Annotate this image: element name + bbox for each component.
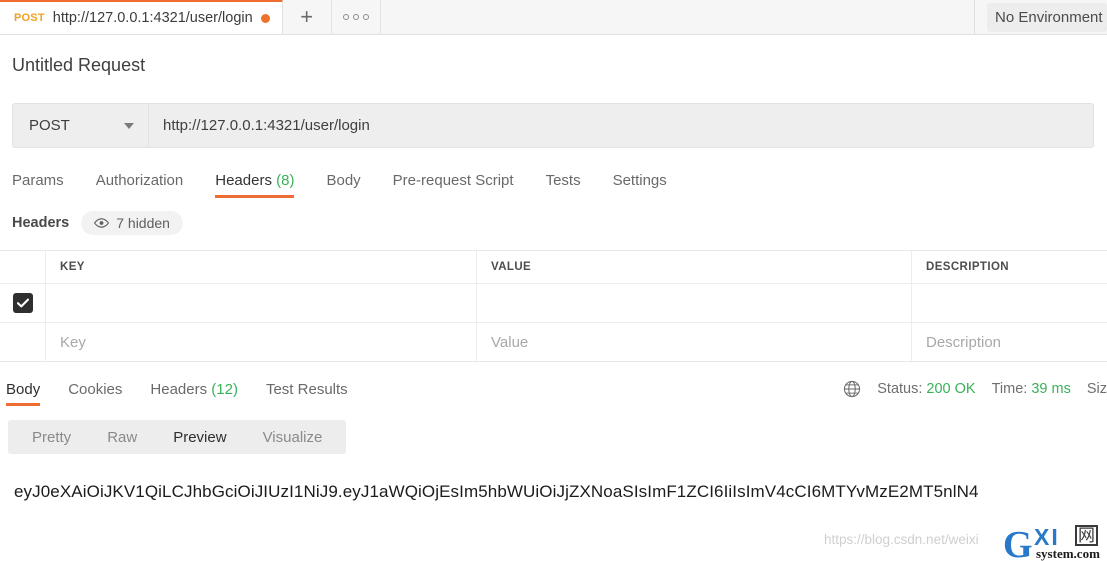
tab-authorization-label: Authorization [95,172,184,189]
response-meta: Status: 200 OK Time: 39 ms Siz [843,380,1107,406]
response-format-buttons: Pretty Raw Preview Visualize [8,420,347,454]
description-input[interactable]: Description [912,323,1107,361]
gxi-logo-watermark: G XI 网 system.com [1003,524,1107,561]
empty-row-checkbox-cell [0,323,46,361]
time-label: Time: [991,381,1028,397]
table-header-key: KEY [46,251,477,283]
table-row-empty[interactable]: Key Value Description [0,323,1107,361]
tab-pre-request-script[interactable]: Pre-request Script [377,172,530,198]
chevron-down-icon [124,122,134,129]
format-visualize-button[interactable]: Visualize [245,429,341,446]
row-description-cell[interactable] [912,284,1107,322]
tab-tests[interactable]: Tests [530,172,597,198]
tab-more-options-icon[interactable] [332,0,381,34]
response-tab-body-label: Body [6,381,41,398]
tab-method-label: POST [14,12,45,24]
tab-body[interactable]: Body [310,172,376,198]
row-checkbox-checked-icon[interactable] [12,293,33,313]
table-header-description: DESCRIPTION [926,261,1009,273]
tab-tests-label: Tests [545,172,581,189]
response-tabs: Body Cookies Headers (12) Test Results S… [0,376,1107,406]
tab-params[interactable]: Params [12,172,80,198]
table-header-value: VALUE [477,251,912,283]
environment-label: No Environment [987,2,1107,32]
row-checkbox-cell[interactable] [0,284,46,322]
response-tab-headers-label: Headers [150,381,208,398]
request-tabs: Params Authorization Headers (8) Body Pr… [12,166,1107,198]
tab-strip: POST http://127.0.0.1:4321/user/login + … [0,0,1107,35]
format-preview-button[interactable]: Preview [155,429,244,446]
table-row[interactable] [0,284,1107,323]
response-tab-cookies-label: Cookies [68,381,123,398]
request-tab-active[interactable]: POST http://127.0.0.1:4321/user/login [0,0,283,34]
row-key-cell[interactable] [46,284,477,322]
url-bar: POST http://127.0.0.1:4321/user/login [12,103,1094,148]
tab-strip-filler [380,0,974,35]
headers-subheader: Headers 7 hidden [12,210,1107,236]
logo-domain-text: system.com [1036,546,1100,561]
headers-section-label: Headers [12,215,70,231]
response-tab-test-results[interactable]: Test Results [252,381,362,406]
status-label: Status: [877,381,923,397]
csdn-watermark: https://blog.csdn.net/weixi [824,532,979,547]
environment-selector[interactable]: No Environment [974,0,1107,34]
value-input[interactable]: Value [477,323,912,361]
time-group: Time: 39 ms [992,381,1071,397]
headers-table: KEY VALUE DESCRIPTION Key Value Descript… [0,250,1107,362]
status-badge: 200 OK [926,381,976,397]
size-label: Siz [1086,381,1107,397]
status-group: Status: 200 OK [877,381,975,397]
url-input[interactable]: http://127.0.0.1:4321/user/login [149,103,1094,148]
new-tab-button[interactable]: + [283,0,332,34]
table-header-row: KEY VALUE DESCRIPTION [0,251,1107,284]
tab-headers[interactable]: Headers (8) [199,172,310,198]
response-tab-cookies[interactable]: Cookies [54,381,136,406]
hidden-headers-toggle[interactable]: 7 hidden [81,211,183,235]
tab-headers-label: Headers [215,172,272,189]
unsaved-indicator-icon [260,13,270,23]
tab-url-label: http://127.0.0.1:4321/user/login [52,10,253,26]
http-method-select[interactable]: POST [12,103,149,148]
response-tab-body[interactable]: Body [2,381,54,406]
hidden-headers-label: 7 hidden [116,215,170,231]
time-value: 39 ms [1031,381,1071,397]
globe-icon [843,380,861,398]
tab-settings[interactable]: Settings [597,172,683,198]
tab-headers-count: (8) [276,172,295,189]
tab-body-label: Body [326,172,361,189]
tab-pre-request-script-label: Pre-request Script [392,172,514,189]
eye-icon [94,218,110,228]
response-body-content: eyJ0eXAiOiJKV1QiLCJhbGciOiJIUzI1NiJ9.eyJ… [14,482,979,501]
tab-params-label: Params [12,172,64,189]
response-tab-test-results-label: Test Results [265,381,348,398]
row-value-cell[interactable] [477,284,912,322]
tab-authorization[interactable]: Authorization [80,172,200,198]
http-method-value: POST [29,117,70,134]
response-tab-headers-count: (12) [211,381,238,398]
logo-letter-g: G [1003,524,1033,561]
format-pretty-button[interactable]: Pretty [14,429,89,446]
format-raw-button[interactable]: Raw [89,429,155,446]
tab-settings-label: Settings [612,172,667,189]
key-input[interactable]: Key [46,323,477,361]
page-title: Untitled Request [12,55,146,75]
logo-char-net: 网 [1075,525,1098,546]
response-tab-headers[interactable]: Headers (12) [136,381,252,406]
table-header-checkbox-cell [0,251,46,283]
